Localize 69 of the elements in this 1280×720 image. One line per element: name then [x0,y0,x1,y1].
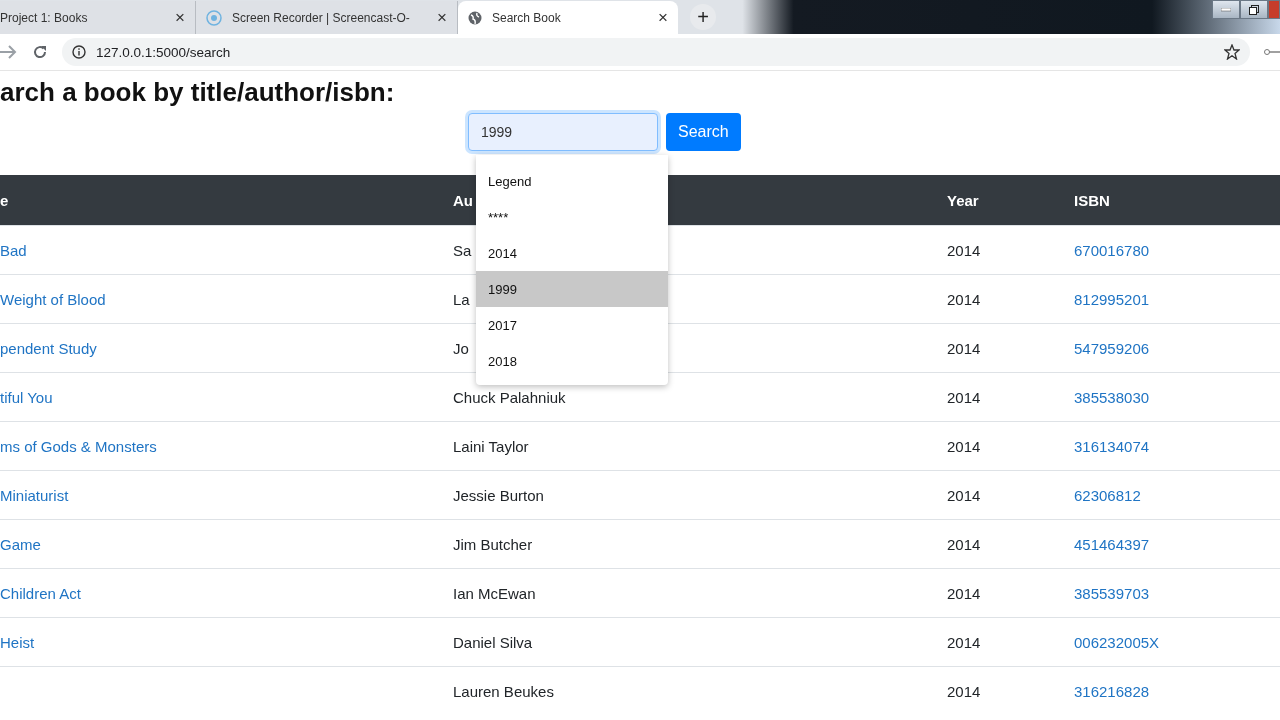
isbn-link[interactable]: 316216828 [1074,682,1150,700]
minimize-icon[interactable] [1212,0,1240,19]
isbn-link[interactable]: 385539703 [1074,584,1150,602]
year-cell: 2014 [947,633,981,651]
year-cell: 2014 [947,290,981,308]
suggestion-item[interactable]: 1999 [476,271,668,307]
author-cell: Chuck Palahniuk [453,388,566,406]
new-tab-button[interactable]: + [690,4,716,30]
page-heading: arch a book by title/author/isbn: [0,76,396,109]
column-header: ISBN [1074,191,1110,209]
info-icon[interactable] [72,45,86,59]
author-cell: Jo [453,339,469,357]
isbn-link[interactable]: 670016780 [1074,241,1150,259]
search-field[interactable]: 1999 [468,113,658,151]
year-cell: 2014 [947,584,981,602]
book-link[interactable]: Children Act [0,584,81,602]
isbn-link[interactable]: 812995201 [1074,290,1150,308]
restore-icon[interactable] [1240,0,1268,19]
isbn-link[interactable]: 62306812 [1074,486,1141,504]
author-cell: Sa [453,241,472,259]
reload-icon[interactable] [32,44,48,60]
year-cell: 2014 [947,535,981,553]
book-link[interactable]: Weight of Blood [0,290,106,308]
author-cell: Jim Butcher [453,535,533,553]
suggestion-item[interactable]: **** [476,199,668,235]
suggestion-item[interactable]: Legend [476,163,668,199]
author-cell: Ian McEwan [453,584,536,602]
year-cell: 2014 [947,437,981,455]
book-link[interactable]: ms of Gods & Monsters [0,437,157,455]
browser-tab[interactable]: Search Book × [458,1,678,34]
star-icon[interactable] [1224,44,1240,60]
key-icon[interactable] [1264,48,1280,56]
url-text: 127.0.0.1:5000/search [96,44,232,60]
record-icon [206,9,222,26]
author-cell: Lauren Beukes [453,682,554,700]
suggestion-item[interactable]: 2017 [476,307,668,343]
book-link[interactable]: Game [0,535,41,553]
book-link[interactable]: Heist [0,633,35,651]
author-cell: Laini Taylor [453,437,529,455]
book-link[interactable]: Miniaturist [0,486,69,504]
column-header: Au [453,191,473,209]
year-cell: 2014 [947,682,981,700]
forward-icon[interactable] [0,45,18,59]
book-link[interactable]: tiful You [0,388,53,406]
year-cell: 2014 [947,241,981,259]
column-header: e [0,191,9,209]
globe-icon [468,10,482,25]
close-icon[interactable]: × [175,7,185,28]
book-link[interactable]: pendent Study [0,339,97,357]
search-button[interactable]: Search [666,113,741,151]
author-cell: Jessie Burton [453,486,544,504]
address-bar[interactable]: 127.0.0.1:5000/search [62,38,1250,66]
book-link[interactable]: Bad [0,241,27,259]
suggestion-item[interactable]: 2014 [476,235,668,271]
isbn-link[interactable]: 006232005X [1074,633,1160,651]
close-icon[interactable]: × [437,7,447,28]
browser-tab[interactable]: Project 1: Books × [0,1,196,34]
author-cell: Daniel Silva [453,633,533,651]
isbn-link[interactable]: 451464397 [1074,535,1150,553]
column-header: Year [947,191,979,209]
year-cell: 2014 [947,388,981,406]
suggestion-item[interactable]: 2018 [476,343,668,379]
isbn-link[interactable]: 316134074 [1074,437,1150,455]
year-cell: 2014 [947,486,981,504]
author-cell: La [453,290,470,308]
year-cell: 2014 [947,339,981,357]
isbn-link[interactable]: 385538030 [1074,388,1150,406]
close-icon[interactable]: × [658,7,668,28]
isbn-link[interactable]: 547959206 [1074,339,1150,357]
